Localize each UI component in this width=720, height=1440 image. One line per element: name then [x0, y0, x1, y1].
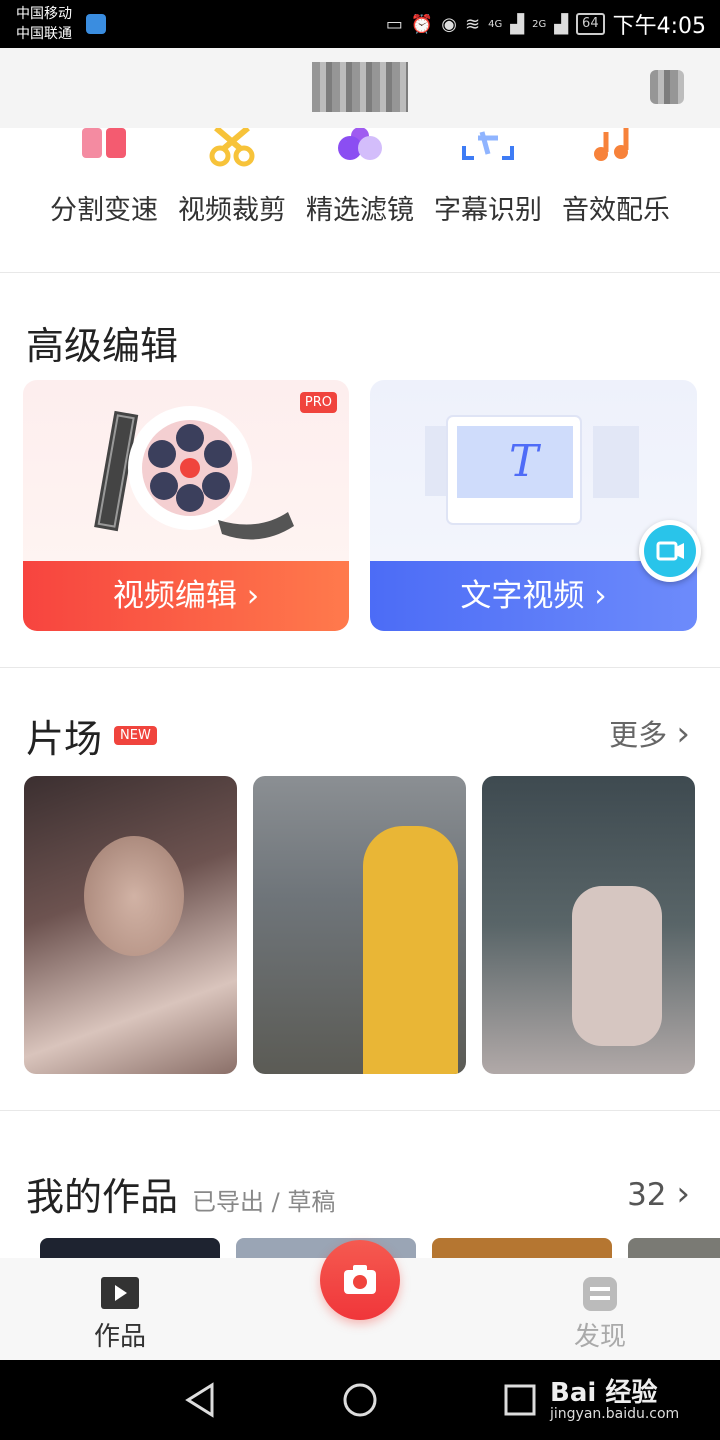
tool-music[interactable]: 音效配乐	[552, 128, 680, 268]
studio-template-card[interactable]	[253, 776, 466, 1074]
video-edit-card[interactable]: PRO 视频编辑 ›	[23, 380, 349, 631]
chevron-right-icon: ›	[246, 578, 260, 614]
work-thumbnail[interactable]	[40, 1238, 220, 1260]
chevron-right-icon: ›	[676, 714, 690, 754]
tool-label: 分割变速	[50, 195, 158, 226]
camera-icon	[344, 1265, 376, 1294]
play-video-icon	[101, 1277, 139, 1309]
tab-discover[interactable]: 发现	[560, 1276, 640, 1353]
work-thumbnail[interactable]	[432, 1238, 612, 1260]
status-time: 下午4:05	[612, 14, 706, 39]
camera-capture-button[interactable]	[320, 1240, 400, 1320]
studio-header: 片场 NEW	[26, 708, 157, 763]
works-count: 32	[627, 1177, 667, 1213]
tool-video-crop[interactable]: 视频裁剪	[168, 128, 296, 268]
my-works-header: 我的作品 已导出 / 草稿	[26, 1166, 335, 1221]
section-divider	[0, 272, 720, 273]
wifi-icon: ≋	[465, 13, 481, 35]
back-icon[interactable]	[184, 1382, 216, 1418]
studio-more-link[interactable]: 更多 ›	[609, 712, 690, 754]
film-reel-icon	[94, 406, 294, 540]
eye-icon: ◉	[441, 13, 458, 35]
tool-label: 精选滤镜	[306, 195, 414, 226]
signal-icon-2: ▟	[554, 13, 569, 35]
tool-filters[interactable]: 精选滤镜	[296, 128, 424, 268]
text-video-card[interactable]: T 文字视频 ›	[370, 380, 697, 631]
tool-label: 字幕识别	[434, 195, 542, 226]
studio-title: 片场	[26, 717, 103, 761]
studio-template-card[interactable]	[24, 776, 237, 1074]
signal-icon-1: ▟	[510, 13, 525, 35]
settings-icon[interactable]	[650, 70, 684, 104]
tab-discover-label: 发现	[573, 1322, 626, 1352]
tool-caption-recognition[interactable]: 字幕识别	[424, 128, 552, 268]
chevron-right-icon: ›	[676, 1174, 690, 1214]
scissors-icon	[209, 128, 255, 167]
my-works-subtitle: 已导出 / 草稿	[192, 1188, 336, 1216]
bottom-tab-bar: 作品 发现	[0, 1240, 720, 1360]
recent-apps-icon[interactable]	[504, 1384, 536, 1416]
tool-row: 分割变速 视频裁剪 精选滤镜 字幕识别 音效配乐	[0, 128, 720, 272]
app-notification-icon	[86, 14, 106, 34]
floating-record-button[interactable]	[639, 520, 701, 582]
new-badge: NEW	[114, 726, 157, 745]
my-works-count-link[interactable]: 32 ›	[627, 1174, 690, 1214]
status-bar: 中国移动 中国联通 ▭ ⏰ ◉ ≋ 4G ▟ 2G ▟ 64 下午4:05	[0, 0, 720, 48]
header-title-pixelated-icon	[312, 62, 408, 112]
video-camera-icon	[644, 525, 696, 577]
app-header	[0, 48, 720, 128]
advanced-edit-title: 高级编辑	[26, 324, 179, 368]
text-video-illustration-icon: T	[425, 415, 639, 525]
my-works-title: 我的作品	[26, 1175, 179, 1219]
filter-icon	[338, 128, 382, 160]
music-icon	[594, 128, 629, 161]
video-edit-button[interactable]: 视频编辑 ›	[23, 561, 349, 631]
carrier-1: 中国移动	[16, 6, 72, 22]
baidu-jingyan-logo: Bai 经验	[550, 1378, 658, 1408]
more-label: 更多	[609, 718, 668, 752]
alarm-icon: ⏰	[410, 13, 434, 35]
svg-text:T: T	[509, 436, 542, 487]
home-icon[interactable]	[342, 1382, 378, 1418]
chevron-right-icon: ›	[594, 578, 607, 614]
network-4g-label: 4G	[488, 18, 503, 30]
text-video-label: 文字视频	[460, 578, 585, 614]
discover-icon	[583, 1277, 617, 1311]
tab-works[interactable]: 作品	[80, 1276, 160, 1353]
system-navigation-bar: Bai 经验 jingyan.baidu.com	[0, 1360, 720, 1440]
split-speed-icon	[82, 128, 126, 158]
section-divider	[0, 1110, 720, 1111]
tab-works-label: 作品	[93, 1322, 146, 1352]
carrier-2: 中国联通	[16, 26, 72, 42]
cast-icon: ▭	[385, 13, 403, 35]
tool-label: 音效配乐	[562, 195, 670, 226]
tool-label: 视频裁剪	[178, 195, 286, 226]
watermark-url: jingyan.baidu.com	[550, 1406, 680, 1422]
caption-scan-icon	[462, 131, 514, 160]
video-edit-label: 视频编辑	[112, 578, 237, 614]
battery-indicator: 64	[576, 13, 605, 35]
tool-split-speed[interactable]: 分割变速	[40, 128, 168, 268]
network-2g-label: 2G	[532, 18, 547, 30]
section-divider	[0, 667, 720, 668]
work-thumbnail[interactable]	[628, 1238, 720, 1260]
studio-template-card[interactable]	[482, 776, 695, 1074]
